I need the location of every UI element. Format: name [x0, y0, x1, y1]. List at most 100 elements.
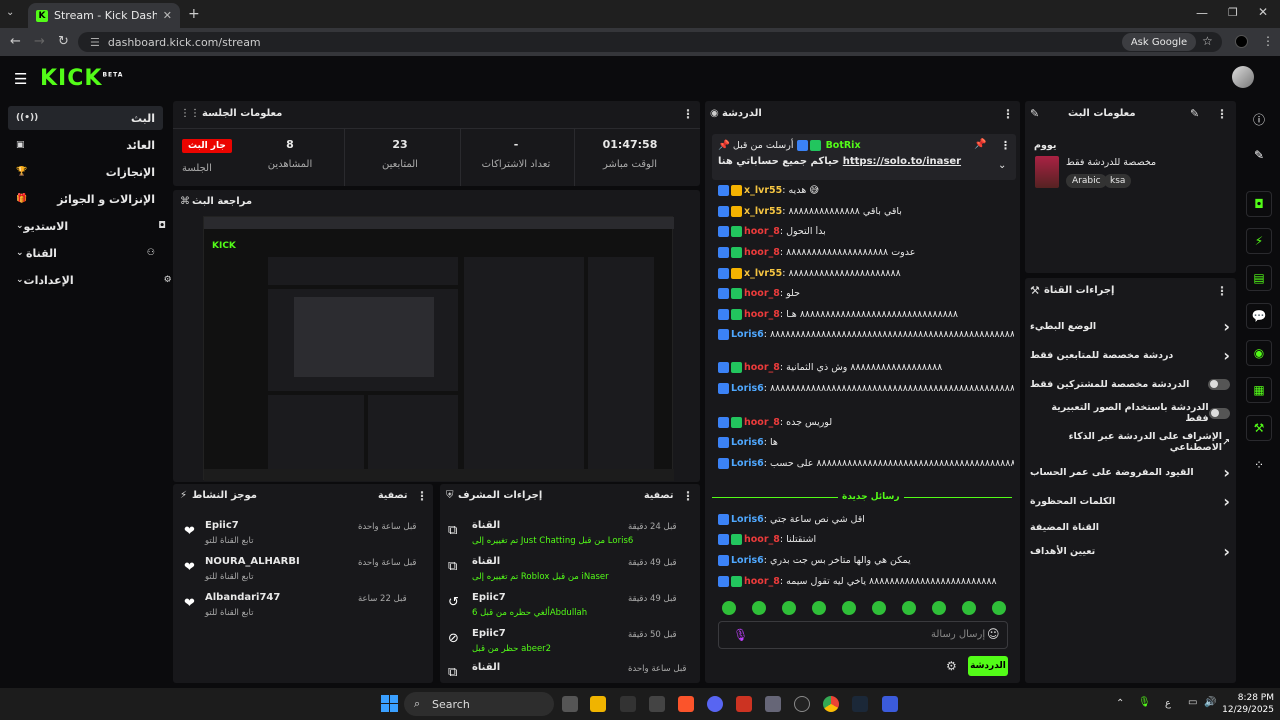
nav-item-3[interactable]: 🎁 الإنزالات و الجوائز [8, 187, 163, 211]
chat-menu-icon[interactable]: ⋮ [1002, 107, 1014, 121]
user-avatar[interactable] [1232, 66, 1254, 88]
emote-icon[interactable] [902, 601, 916, 615]
channel-action-row[interactable]: › الكلمات المحظورة [1030, 491, 1230, 511]
pencil-icon[interactable]: ✎ [1190, 107, 1199, 120]
chat-settings-gear-icon[interactable]: ⚙ [946, 659, 957, 673]
mic-tray-icon[interactable]: 🎙 [1138, 697, 1151, 708]
camera-icon[interactable]: ◘ [1246, 191, 1272, 217]
chat-send-button[interactable]: الدردشة [968, 656, 1008, 676]
channel-action-row[interactable]: › دردشة مخصصة للمتابعين فقط [1030, 345, 1230, 365]
tag-ksa[interactable]: ksa [1104, 174, 1132, 188]
hamburger-menu-icon[interactable]: ☰ [14, 70, 27, 88]
channel-action-row[interactable]: الدردشة باستخدام الصور التعبيرية فقط [1030, 402, 1230, 424]
lightning-icon[interactable]: ⚡ [1246, 228, 1272, 254]
microphone-icon[interactable]: 🎙 [733, 628, 748, 642]
pinned-link[interactable]: https://solo.to/inaser [843, 156, 961, 167]
chat-username[interactable]: hoor_8 [744, 362, 780, 373]
nav-item-2[interactable]: 🏆 الإنجازات [8, 160, 163, 184]
edit-icon[interactable]: ✎ [1030, 107, 1039, 120]
more-icon[interactable]: ⁘ [1246, 452, 1272, 478]
chat-username[interactable]: Loris6 [731, 458, 764, 469]
emote-icon[interactable] [812, 601, 826, 615]
pinned-user[interactable]: BotRix [826, 140, 861, 151]
channel-action-row[interactable]: › القيود المفروضة على عمر الحساب [1030, 462, 1230, 482]
channel-action-row[interactable]: الدردشة مخصصة للمشتركين فقط [1030, 374, 1230, 394]
activity-name[interactable]: Albandari747 [205, 592, 280, 603]
chat-username[interactable]: hoor_8 [744, 417, 780, 428]
pinned-menu-icon[interactable]: ⋮ [1000, 139, 1011, 152]
chat-username[interactable]: Loris6 [731, 383, 764, 394]
tools-icon[interactable]: ⚒ [1246, 415, 1272, 441]
unpin-icon[interactable]: 📌 [974, 139, 986, 150]
task-view-icon[interactable] [562, 696, 578, 712]
profile-icon[interactable] [1235, 35, 1248, 48]
mod-filter-button[interactable]: تصفية [644, 490, 673, 501]
session-menu-icon[interactable]: ⋮ [682, 107, 694, 121]
discord-icon[interactable] [707, 696, 723, 712]
minimize-icon[interactable]: — [1196, 6, 1208, 20]
taskbar-search[interactable]: ⌕ Search [404, 692, 554, 716]
chrome-icon[interactable] [823, 696, 839, 712]
category-thumbnail[interactable] [1035, 156, 1059, 188]
mod-action-name[interactable]: القناة [472, 520, 500, 531]
maximize-icon[interactable]: ❐ [1228, 6, 1238, 19]
emote-icon[interactable] [872, 601, 886, 615]
emote-icon[interactable] [782, 601, 796, 615]
tray-chevron-icon[interactable]: ⌃ [1116, 698, 1124, 709]
channel-action-row[interactable]: ↗ الإشراف على الدردشة عبر الذكاء الاصطناع… [1030, 431, 1230, 453]
language-indicator[interactable]: ع [1165, 698, 1171, 709]
mod-action-name[interactable]: القناة [472, 662, 500, 673]
info-icon[interactable]: ⓘ [1246, 106, 1272, 132]
chat-username[interactable]: hoor_8 [744, 309, 780, 320]
nav-item-0[interactable]: ((•)) البث [8, 106, 163, 130]
nav-item-6[interactable]: ⌄ الإعدادات ⚙ [8, 268, 172, 292]
stream-category[interactable]: مخصصة للدردشة فقط [1066, 157, 1156, 168]
stream-preview-video[interactable]: KICK [203, 216, 674, 481]
broadcast-icon[interactable]: ◉ [1246, 340, 1272, 366]
emote-icon[interactable] [962, 601, 976, 615]
app-icon-4[interactable] [794, 696, 810, 712]
tab-list-icon[interactable]: ⌄ [6, 7, 20, 21]
window-close-icon[interactable]: ✕ [1258, 5, 1268, 19]
channel-action-row[interactable]: › الوضع البطيء [1030, 316, 1230, 336]
chat-username[interactable]: x_lvr55 [744, 268, 782, 279]
close-icon[interactable]: ✕ [163, 9, 172, 22]
mod-action-name[interactable]: Epiic7 [472, 628, 506, 639]
network-icon[interactable]: ▭ [1188, 697, 1197, 708]
document-icon[interactable]: ▤ [1246, 265, 1272, 291]
chat-username[interactable]: hoor_8 [744, 534, 780, 545]
chat-username[interactable]: Loris6 [731, 514, 764, 525]
chat-username[interactable]: x_lvr55 [744, 185, 782, 196]
activity-name[interactable]: Epiic7 [205, 520, 239, 531]
chat-username[interactable]: Loris6 [731, 437, 764, 448]
nav-item-1[interactable]: ▣ العائد [8, 133, 163, 157]
chat-input[interactable]: 🎙 إرسال رسالة ☺ [718, 621, 1008, 649]
channel-action-row[interactable]: › تعيين الأهداف [1030, 541, 1230, 561]
brave-icon[interactable] [678, 696, 694, 712]
file-explorer-icon[interactable] [590, 696, 606, 712]
back-icon[interactable]: ← [10, 34, 21, 49]
ask-google-button[interactable]: Ask Google [1122, 33, 1196, 51]
activity-name[interactable]: NOURA_ALHARBI [205, 556, 300, 567]
pen-icon[interactable]: ✎ [1246, 142, 1272, 168]
nav-item-5[interactable]: ⌄ القناة ⚇ [8, 241, 163, 265]
new-tab-icon[interactable]: + [188, 6, 200, 22]
chat-icon[interactable]: 💬 [1246, 303, 1272, 329]
forward-icon[interactable]: → [34, 34, 45, 49]
mod-action-name[interactable]: القناة [472, 556, 500, 567]
nav-item-4[interactable]: ⌄ الاستديو ◘ [8, 214, 166, 238]
chat-username[interactable]: x_lvr55 [744, 206, 782, 217]
emote-icon[interactable] [992, 601, 1006, 615]
drag-icon[interactable]: ⋮⋮ [180, 108, 200, 119]
app-icon[interactable] [620, 696, 636, 712]
site-info-icon[interactable]: ☰ [90, 36, 100, 49]
taskbar-clock[interactable]: 8:28 PM 12/29/2025 [1214, 692, 1274, 716]
emote-icon[interactable] [752, 601, 766, 615]
emoji-icon[interactable]: ☺ [987, 627, 1000, 641]
mod-action-name[interactable]: Epiic7 [472, 592, 506, 603]
chat-username[interactable]: Loris6 [731, 329, 764, 340]
chat-username[interactable]: hoor_8 [744, 226, 780, 237]
chat-username[interactable]: hoor_8 [744, 288, 780, 299]
chat-username[interactable]: hoor_8 [744, 247, 780, 258]
chat-username[interactable]: Loris6 [731, 555, 764, 566]
